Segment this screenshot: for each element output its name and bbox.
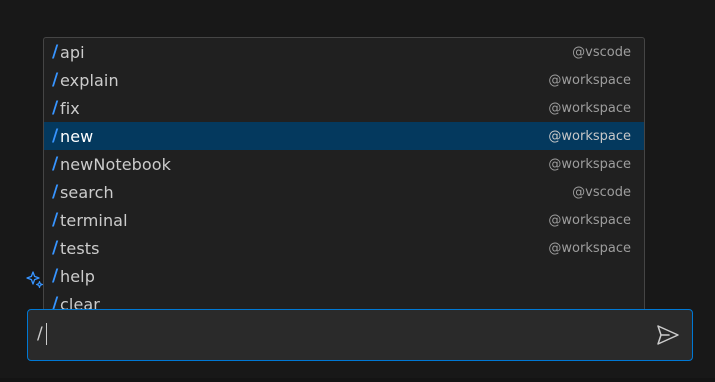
slash-glyph: / — [52, 238, 59, 258]
slash-glyph: / — [52, 210, 59, 230]
suggestion-item-new[interactable]: / new @workspace — [44, 122, 644, 150]
suggestion-command: fix — [60, 98, 80, 118]
send-icon[interactable] — [656, 324, 680, 346]
suggestion-command: terminal — [60, 210, 128, 230]
suggestion-command: api — [60, 42, 85, 62]
suggestion-command: help — [60, 266, 95, 286]
suggestion-item-terminal[interactable]: / terminal @workspace — [44, 206, 644, 234]
slash-glyph: / — [52, 42, 59, 62]
suggestion-item-newnotebook[interactable]: / newNotebook @workspace — [44, 150, 644, 178]
suggestion-command: explain — [60, 70, 119, 90]
suggestion-agent: @vscode — [572, 184, 631, 200]
suggestion-item-fix[interactable]: / fix @workspace — [44, 94, 644, 122]
suggestion-command: newNotebook — [60, 154, 172, 174]
panel-bottom-edge — [0, 378, 715, 382]
slash-glyph: / — [52, 154, 59, 174]
suggestion-command: search — [60, 182, 114, 202]
slash-glyph: / — [52, 266, 59, 286]
suggestion-agent: @workspace — [548, 212, 631, 228]
suggestion-agent: @vscode — [572, 44, 631, 60]
suggestion-command: tests — [60, 238, 100, 258]
suggestion-agent: @workspace — [548, 100, 631, 116]
suggestion-item-api[interactable]: / api @vscode — [44, 38, 644, 66]
suggestion-agent: @workspace — [548, 128, 631, 144]
suggestion-command: new — [60, 126, 94, 146]
chat-input-text[interactable]: / — [37, 324, 43, 344]
slash-glyph: / — [52, 126, 59, 146]
suggestion-item-explain[interactable]: / explain @workspace — [44, 66, 644, 94]
chat-input[interactable]: / — [27, 309, 693, 361]
suggestion-agent: @workspace — [548, 240, 631, 256]
text-cursor — [46, 323, 47, 345]
slash-command-suggestions: / api @vscode / explain @workspace / fix… — [43, 37, 645, 319]
suggestion-agent: @workspace — [548, 72, 631, 88]
chat-panel: / api @vscode / explain @workspace / fix… — [0, 0, 715, 382]
suggestion-item-tests[interactable]: / tests @workspace — [44, 234, 644, 262]
suggestion-agent: @workspace — [548, 156, 631, 172]
slash-glyph: / — [52, 98, 59, 118]
suggestion-item-search[interactable]: / search @vscode — [44, 178, 644, 206]
sparkle-icon — [26, 271, 44, 289]
slash-glyph: / — [52, 70, 59, 90]
suggestion-item-help[interactable]: / help — [44, 262, 644, 290]
slash-glyph: / — [52, 182, 59, 202]
